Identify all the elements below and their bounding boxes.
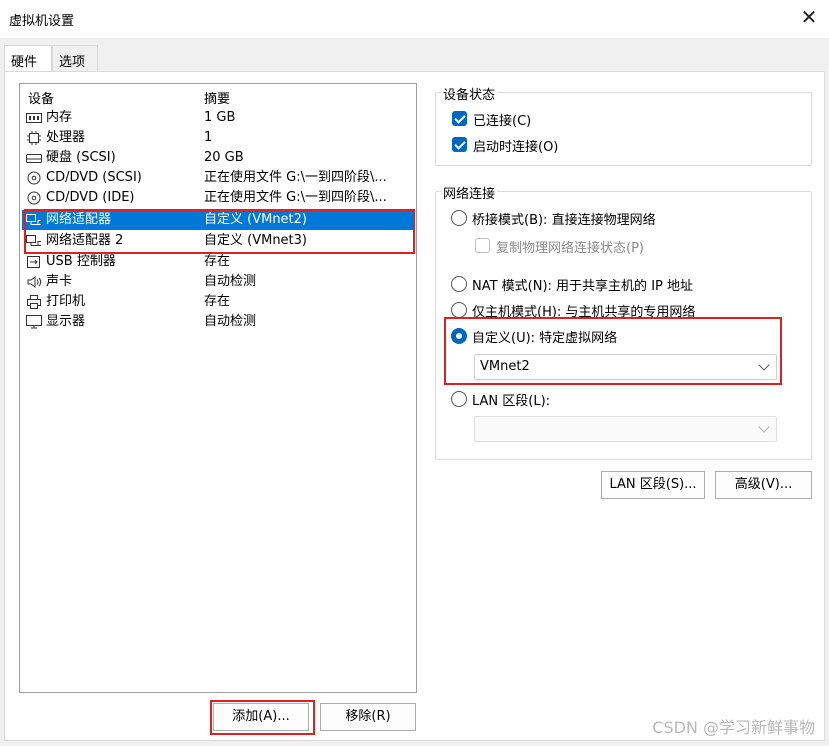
window-title: 虚拟机设置 <box>9 14 75 29</box>
usb-icon <box>27 256 40 268</box>
column-header-summary: 摘要 <box>204 92 231 107</box>
device-summary: 自定义 (VMnet3) <box>204 233 307 248</box>
custom-network-value: VMnet2 <box>480 359 530 374</box>
title-bar: 虚拟机设置 ✕ <box>0 0 829 38</box>
tab-options[interactable]: 选项 <box>52 45 98 72</box>
connect-at-power-on-label: 启动时连接(O) <box>473 140 559 155</box>
bridged-radio[interactable] <box>451 210 467 226</box>
device-name: 网络适配器 2 <box>46 233 124 248</box>
replicate-state-label: 复制物理网络连接状态(P) <box>496 241 644 256</box>
device-summary: 自定义 (VMnet2) <box>204 212 307 227</box>
device-name: 显示器 <box>46 314 86 329</box>
add-button[interactable]: 添加(A)... <box>213 703 309 731</box>
host-only-label: 仅主机模式(H): 与主机共享的专用网络 <box>472 305 696 320</box>
advanced-button[interactable]: 高级(V)... <box>715 471 812 499</box>
device-name: 打印机 <box>46 294 86 309</box>
chevron-down-icon <box>758 421 770 433</box>
device-row-network-adapter-2[interactable]: 网络适配器 2 自定义 (VMnet3) <box>22 231 414 251</box>
lan-segment-radio[interactable] <box>451 391 467 407</box>
device-summary: 1 GB <box>204 110 236 125</box>
device-summary: 20 GB <box>204 150 244 165</box>
device-row-display[interactable]: 显示器 自动检测 <box>22 312 414 332</box>
nat-radio[interactable] <box>451 276 467 292</box>
device-name: 网络适配器 <box>46 212 112 227</box>
device-name: CD/DVD (SCSI) <box>46 170 142 185</box>
nat-label: NAT 模式(N): 用于共享主机的 IP 地址 <box>472 279 694 294</box>
device-summary: 自动检测 <box>204 314 257 329</box>
device-summary: 存在 <box>204 254 231 269</box>
remove-button[interactable]: 移除(R) <box>320 703 416 731</box>
speaker-icon <box>27 276 42 288</box>
device-summary: 自动检测 <box>204 274 257 289</box>
lan-segment-label: LAN 区段(L): <box>472 394 551 409</box>
memory-icon <box>26 113 42 123</box>
connect-at-power-on-checkbox[interactable] <box>452 137 467 152</box>
device-row-processor[interactable]: 处理器 1 <box>22 128 414 148</box>
device-name: 处理器 <box>46 130 86 145</box>
device-list[interactable]: 设备 摘要 内存 1 GB 处理器 1 硬盘 (SCSI) 20 GB CD/D… <box>19 83 417 693</box>
device-name: 声卡 <box>46 274 73 289</box>
device-row-memory[interactable]: 内存 1 GB <box>22 108 414 128</box>
device-row-sound-card[interactable]: 声卡 自动检测 <box>22 272 414 292</box>
device-row-cd-dvd-scsi[interactable]: CD/DVD (SCSI) 正在使用文件 G:\一到四阶段\... <box>22 168 414 188</box>
device-summary: 1 <box>204 130 213 145</box>
custom-radio[interactable] <box>451 328 467 344</box>
device-name: 内存 <box>46 110 73 125</box>
network-adapter-icon <box>26 235 41 246</box>
device-list-header: 设备 摘要 <box>20 88 416 107</box>
processor-icon <box>27 131 41 145</box>
device-row-network-adapter[interactable]: 网络适配器 自定义 (VMnet2) <box>22 210 414 230</box>
lan-segment-select[interactable] <box>474 416 777 442</box>
custom-network-select[interactable]: VMnet2 <box>474 354 777 380</box>
device-row-harddisk[interactable]: 硬盘 (SCSI) 20 GB <box>22 148 414 168</box>
custom-label: 自定义(U): 特定虚拟网络 <box>472 331 618 346</box>
network-connection-title: 网络连接 <box>441 183 498 202</box>
host-only-radio[interactable] <box>451 302 467 318</box>
network-adapter-icon <box>26 214 41 225</box>
device-row-printer[interactable]: 打印机 存在 <box>22 292 414 312</box>
device-row-usb-controller[interactable]: USB 控制器 存在 <box>22 252 414 272</box>
column-header-device: 设备 <box>28 92 55 107</box>
cd-dvd-icon <box>27 171 41 185</box>
replicate-state-checkbox[interactable] <box>475 238 490 253</box>
device-summary: 正在使用文件 G:\一到四阶段\... <box>204 170 387 185</box>
device-summary: 正在使用文件 G:\一到四阶段\... <box>204 190 387 205</box>
display-icon <box>26 315 42 329</box>
connected-label: 已连接(C) <box>473 114 532 129</box>
cd-dvd-icon <box>27 191 41 205</box>
device-name: 硬盘 (SCSI) <box>46 150 116 165</box>
close-icon[interactable]: ✕ <box>797 6 821 30</box>
connected-checkbox[interactable] <box>452 111 467 126</box>
device-status-title: 设备状态 <box>441 84 498 103</box>
bridged-label: 桥接模式(B): 直接连接物理网络 <box>472 213 656 228</box>
lan-segments-button[interactable]: LAN 区段(S)... <box>601 471 705 499</box>
device-row-cd-dvd-ide[interactable]: CD/DVD (IDE) 正在使用文件 G:\一到四阶段\... <box>22 188 414 208</box>
device-name: CD/DVD (IDE) <box>46 190 135 205</box>
chevron-down-icon <box>758 359 770 371</box>
tab-hardware[interactable]: 硬件 <box>4 45 52 73</box>
device-name: USB 控制器 <box>46 254 116 269</box>
device-summary: 存在 <box>204 294 231 309</box>
harddisk-icon <box>26 154 42 163</box>
watermark: CSDN @学习新鲜事物 <box>652 718 815 737</box>
printer-icon <box>27 295 41 309</box>
